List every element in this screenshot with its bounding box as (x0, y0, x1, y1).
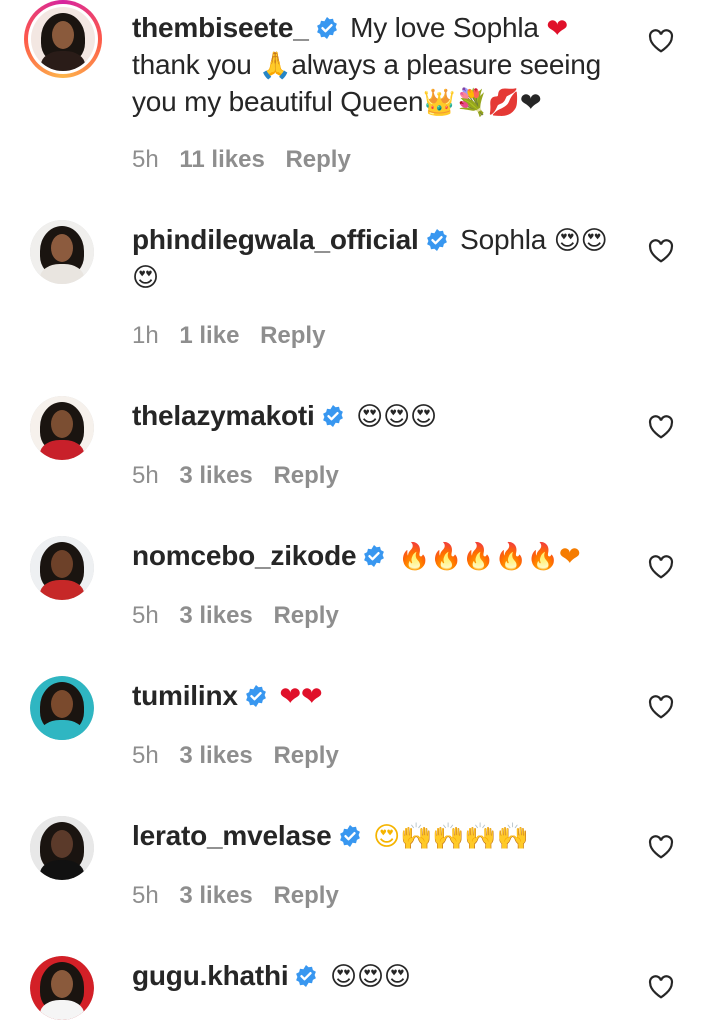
emoji-group: 😍😍😍 (356, 402, 437, 432)
like-button[interactable] (648, 834, 674, 860)
avatar[interactable] (30, 956, 94, 1020)
comment-text: Sophla (460, 224, 554, 255)
avatar[interactable] (24, 0, 102, 78)
heart-outline-icon (648, 695, 674, 719)
verified-badge-icon (426, 229, 447, 251)
verified-badge-icon (296, 965, 317, 987)
comment-time: 5h (132, 602, 159, 629)
like-button[interactable] (648, 414, 674, 440)
reply-button[interactable]: Reply (285, 146, 350, 173)
heart-outline-icon (648, 415, 674, 439)
comment-time: 5h (132, 146, 159, 173)
avatar-image (30, 396, 94, 460)
heart-outline-icon (648, 555, 674, 579)
emoji-group: ❤❤ (279, 682, 323, 712)
comment-time: 1h (132, 322, 159, 349)
comment-username[interactable]: tumilinx (132, 680, 238, 711)
avatar[interactable] (30, 396, 94, 460)
comment-likes[interactable]: 11 likes (179, 146, 264, 173)
heart-outline-icon (648, 975, 674, 999)
avatar-image (30, 536, 94, 600)
comment-username[interactable]: nomcebo_zikode (132, 540, 357, 571)
emoji-group: 😍🙌🙌🙌🙌 (373, 822, 529, 852)
like-button[interactable] (648, 694, 674, 720)
emoji-group: 😍😍😍 (330, 962, 411, 992)
verified-badge-icon (316, 17, 337, 39)
comment-username[interactable]: gugu.khathi (132, 960, 289, 991)
avatar-image (30, 816, 94, 880)
emoji-group: 👑💐💋❤ (423, 88, 542, 118)
comment-likes[interactable]: 3 likes (179, 602, 252, 629)
pray-emoji: 🙏 (259, 51, 292, 81)
comment-meta: 5h 3 likes Reply (132, 742, 353, 770)
comment-meta: 5h 3 likes Reply (132, 602, 353, 630)
heart-outline-icon (648, 239, 674, 263)
avatar-image (31, 7, 95, 71)
reply-button[interactable]: Reply (260, 322, 325, 349)
heart-outline-icon (648, 835, 674, 859)
avatar-image (30, 956, 94, 1020)
avatar-image (30, 220, 94, 284)
heart-outline-icon (648, 29, 674, 53)
verified-badge-icon (364, 545, 385, 567)
reply-button[interactable]: Reply (273, 462, 338, 489)
comment-likes[interactable]: 3 likes (179, 462, 252, 489)
comment-likes[interactable]: 3 likes (179, 882, 252, 909)
emoji-group: 🔥🔥🔥🔥🔥❤ (397, 542, 581, 572)
like-button[interactable] (648, 554, 674, 580)
avatar-image (30, 676, 94, 740)
comment-time: 5h (132, 462, 159, 489)
avatar[interactable] (30, 816, 94, 880)
comment-username[interactable]: thelazymakoti (132, 400, 315, 431)
reply-button[interactable]: Reply (273, 602, 338, 629)
verified-badge-icon (322, 405, 343, 427)
reply-button[interactable]: Reply (273, 742, 338, 769)
like-button[interactable] (648, 974, 674, 1000)
avatar[interactable] (30, 676, 94, 740)
avatar[interactable] (30, 536, 94, 600)
comment-likes[interactable]: 3 likes (179, 742, 252, 769)
comment-likes[interactable]: 1 like (179, 322, 239, 349)
comment-meta: 5h 3 likes Reply (132, 882, 353, 910)
verified-badge-icon (339, 825, 360, 847)
like-button[interactable] (648, 238, 674, 264)
heart-emoji: ❤ (546, 14, 568, 44)
comment-username[interactable]: phindilegwala_official (132, 224, 419, 255)
comment-text: thank you (132, 49, 260, 80)
comment-text: My love Sophla (350, 12, 547, 43)
comment-username[interactable]: lerato_mvelase (132, 820, 332, 851)
reply-button[interactable]: Reply (273, 882, 338, 909)
verified-badge-icon (245, 685, 266, 707)
like-button[interactable] (648, 28, 674, 54)
comment-meta: 1h 1 like Reply (132, 322, 339, 350)
comment-time: 5h (132, 742, 159, 769)
comment-username[interactable]: thembiseete_ (132, 12, 309, 43)
comment-meta: 5h 11 likes Reply (132, 146, 365, 174)
avatar[interactable] (30, 220, 94, 284)
comment-time: 5h (132, 882, 159, 909)
comment-meta: 5h 3 likes Reply (132, 462, 353, 490)
